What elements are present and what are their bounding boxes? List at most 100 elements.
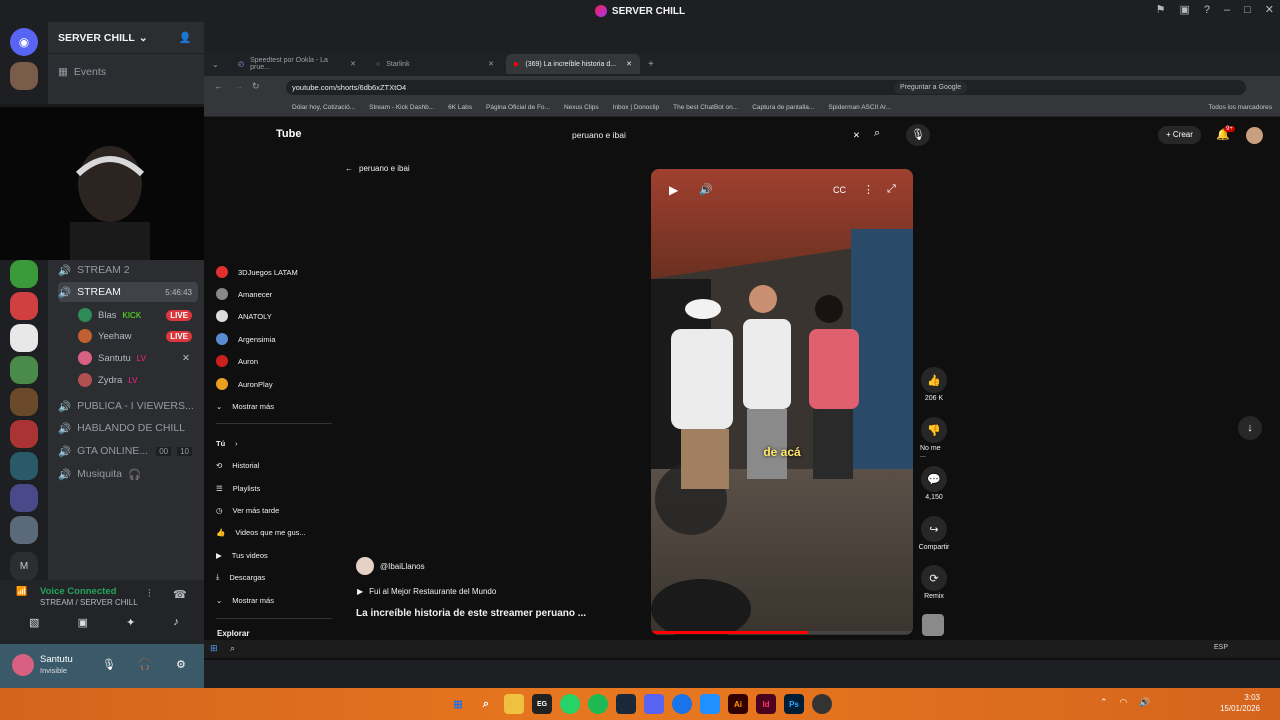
subscription-item[interactable]: ANATOLY xyxy=(216,306,332,326)
account-avatar[interactable] xyxy=(1246,127,1263,144)
epic-games-icon[interactable]: EG xyxy=(532,694,552,714)
progress-bar[interactable] xyxy=(651,631,913,634)
server-icon-7[interactable] xyxy=(10,420,38,448)
bookmark[interactable]: Spiderman ASCII Ar... xyxy=(828,104,891,111)
app-icon[interactable] xyxy=(700,694,720,714)
browser-tab[interactable]: ○ Starlink ✕ xyxy=(368,54,502,74)
channel-hablando[interactable]: 🔊 HABLANDO DE CHILL xyxy=(58,418,198,438)
server-icon-6[interactable] xyxy=(10,388,38,416)
play-icon[interactable]: ▶ xyxy=(669,183,678,197)
subscription-item[interactable]: Auron xyxy=(216,351,332,371)
help-icon[interactable]: ? xyxy=(1204,4,1210,16)
volume-icon[interactable]: 🔊 xyxy=(699,183,713,196)
taskbar-clock[interactable]: 3:03 15/01/2026 xyxy=(1220,692,1260,714)
close-button[interactable]: ✕ xyxy=(1265,3,1274,16)
chrome-icon[interactable] xyxy=(672,694,692,714)
video-title[interactable]: La increíble historia de este streamer p… xyxy=(356,608,586,619)
search-icon[interactable]: ⌕ xyxy=(874,127,880,140)
voice-user[interactable]: Santutu LV ✕ xyxy=(78,348,198,368)
screenshare-icon[interactable]: ▣ xyxy=(78,616,88,636)
subscription-item[interactable]: Amanecer xyxy=(216,284,332,304)
close-tab-icon[interactable]: ✕ xyxy=(350,60,356,68)
ask-google-button[interactable]: Preguntar a Google xyxy=(894,81,968,94)
channel-publica[interactable]: 🔊 PUBLICA - I VIEWERS... xyxy=(58,396,198,416)
nav-playlists[interactable]: ☰ Playlists xyxy=(216,478,332,498)
photoshop-icon[interactable]: Ps xyxy=(784,694,804,714)
server-icon-8[interactable] xyxy=(10,452,38,480)
mic-icon[interactable]: 🎙 xyxy=(102,658,116,671)
voice-channel[interactable]: STREAM / SERVER CHILL xyxy=(40,598,138,607)
server-icon-3[interactable] xyxy=(10,292,38,320)
nav-liked-videos[interactable]: 👍 Videos que me gus... xyxy=(216,522,332,542)
browser-tab[interactable]: ◴ Speedtest por Ookla - La prue... ✕ xyxy=(230,54,364,74)
browser-tab-active[interactable]: ▶ (369) La increíble historia d... ✕ xyxy=(506,54,640,74)
channel-gta[interactable]: 🔊 GTA ONLINE... 00 10 xyxy=(58,441,198,461)
server-icon-1[interactable] xyxy=(10,62,38,90)
inbox-icon[interactable]: ▣ xyxy=(1179,3,1189,16)
comments-button[interactable]: 💬 4,150 xyxy=(920,466,948,501)
headphones-icon[interactable]: 🎧 xyxy=(138,658,152,671)
remix-button[interactable]: ⟳ Remix xyxy=(920,565,948,600)
create-button[interactable]: + Crear xyxy=(1158,126,1201,144)
flag-icon[interactable]: ⚑ xyxy=(1156,3,1166,16)
user-avatar[interactable] xyxy=(12,654,34,676)
nav-show-more[interactable]: ⌄ Mostrar más xyxy=(216,590,332,610)
disconnect-icon[interactable]: ☎ xyxy=(173,588,187,601)
server-header[interactable]: SERVER CHILL ⌄ 👤 xyxy=(48,22,204,54)
like-button[interactable]: 👍 206 K xyxy=(920,367,948,402)
bookmark[interactable]: Stream - Kick Dashb... xyxy=(369,104,434,111)
steam-icon[interactable] xyxy=(616,694,636,714)
whatsapp-icon[interactable] xyxy=(560,694,580,714)
back-icon[interactable]: ← xyxy=(214,81,223,91)
close-tab-icon[interactable]: ✕ xyxy=(488,60,494,68)
server-icon-2[interactable] xyxy=(10,260,38,288)
spotify-icon[interactable] xyxy=(588,694,608,714)
soundboard-icon[interactable]: ♪ xyxy=(173,616,179,636)
tray-chevron-icon[interactable]: ⌃ xyxy=(1100,697,1108,708)
server-icon-4[interactable] xyxy=(10,324,38,352)
settings-icon[interactable]: ⚙ xyxy=(176,658,186,671)
bookmark[interactable]: Captura de pantalla... xyxy=(752,104,814,111)
obs-icon[interactable] xyxy=(812,694,832,714)
clear-search-icon[interactable]: ✕ xyxy=(853,130,860,141)
reload-icon[interactable]: ↻ xyxy=(252,81,260,92)
channel-musiquita[interactable]: 🔊 Musiquita 🎧 xyxy=(58,464,198,484)
nav-downloads[interactable]: ⤓ Descargas xyxy=(216,567,332,587)
noise-suppression-icon[interactable]: ⫶ xyxy=(148,588,151,601)
nav-history[interactable]: ⟲ Historial xyxy=(216,455,332,475)
shorts-video[interactable]: de acá ▶ 🔊 CC ⋮ ⤢ xyxy=(651,169,913,635)
you-section[interactable]: Tú › xyxy=(216,433,332,453)
address-bar[interactable]: youtube.com/shorts/6db6xZTXtO4 xyxy=(286,80,1246,95)
illustrator-icon[interactable]: Ai xyxy=(728,694,748,714)
search-input[interactable]: peruano e ibai ✕ xyxy=(566,125,866,145)
server-icon-9[interactable] xyxy=(10,484,38,512)
activity-icon[interactable]: ✦ xyxy=(126,616,135,636)
bookmark[interactable]: 6K Labs xyxy=(448,104,472,111)
voice-user[interactable]: Zydra LV xyxy=(78,370,198,390)
server-icon-m[interactable]: M xyxy=(10,552,38,580)
discord-home-icon[interactable]: ◉ xyxy=(10,28,38,56)
bookmark[interactable]: Nexus Clips xyxy=(564,104,599,111)
voice-user[interactable]: Yeehaw LIVE xyxy=(78,326,198,346)
bookmark[interactable]: The best ChatBot on... xyxy=(673,104,738,111)
more-options-icon[interactable]: ⋮ xyxy=(863,183,874,196)
channel-events[interactable]: ▦ Events xyxy=(58,62,198,82)
file-explorer-icon[interactable] xyxy=(504,694,524,714)
all-bookmarks[interactable]: Todos los marcadores xyxy=(1208,104,1272,111)
dislike-button[interactable]: 👎 No me ... xyxy=(920,417,948,459)
channel-avatar[interactable] xyxy=(356,557,374,575)
share-button[interactable]: ↪ Compartir xyxy=(919,516,949,551)
new-tab-button[interactable]: + xyxy=(648,59,654,70)
bookmark[interactable]: Dólar hoy, Cotizació... xyxy=(292,104,355,111)
subscription-item[interactable]: 3DJuegos LATAM xyxy=(216,262,332,282)
server-icon-10[interactable] xyxy=(10,516,38,544)
discord-icon[interactable] xyxy=(644,694,664,714)
close-tab-icon[interactable]: ✕ xyxy=(626,60,632,68)
subscription-item[interactable]: AuronPlay xyxy=(216,374,332,394)
mic-search-icon[interactable]: 🎙 xyxy=(906,124,930,146)
subscription-item[interactable]: Argensimia xyxy=(216,329,332,349)
channel-stream[interactable]: 🔊 STREAM 5:46:43 xyxy=(58,282,198,302)
sound-thumbnail[interactable] xyxy=(922,614,944,636)
bookmark[interactable]: Página Oficial de Fo... xyxy=(486,104,550,111)
youtube-logo[interactable]: Tube xyxy=(276,128,301,140)
